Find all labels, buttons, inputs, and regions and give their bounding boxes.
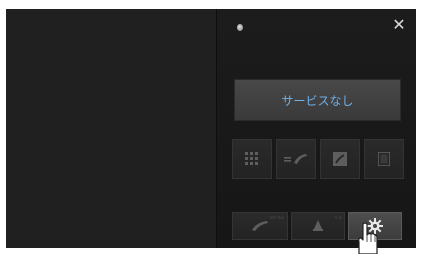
status-dot-icon xyxy=(237,24,243,31)
keypad-button[interactable] xyxy=(232,139,272,179)
service-status-text: サービスなし xyxy=(281,93,354,108)
video-area xyxy=(6,9,216,248)
call-log-button[interactable] xyxy=(320,139,360,179)
handset-label: ﾊﾝﾄﾞｾｯﾄ xyxy=(270,215,284,220)
service-status-display: サービスなし xyxy=(234,79,401,121)
call-transfer-icon xyxy=(284,154,307,164)
bell-icon xyxy=(313,220,323,231)
control-panel: ✕ サービスなし ﾊﾝﾄﾞｾｯﾄ ﾍﾞﾙ xyxy=(216,9,416,248)
pointing-hand-icon xyxy=(358,222,378,254)
phone-screen: ✕ サービスなし ﾊﾝﾄﾞｾｯﾄ ﾍﾞﾙ xyxy=(6,9,416,248)
handset-icon xyxy=(252,221,268,231)
call-transfer-button[interactable] xyxy=(276,139,316,179)
function-button-row xyxy=(232,139,404,179)
close-button[interactable]: ✕ xyxy=(391,17,407,33)
ringer-button[interactable]: ﾍﾞﾙ xyxy=(291,212,345,240)
ringer-label: ﾍﾞﾙ xyxy=(335,215,341,220)
contacts-button[interactable] xyxy=(364,139,404,179)
handset-button[interactable]: ﾊﾝﾄﾞｾｯﾄ xyxy=(232,212,288,240)
call-log-icon xyxy=(333,152,347,166)
keypad-icon xyxy=(245,152,258,165)
contacts-icon xyxy=(378,152,390,166)
